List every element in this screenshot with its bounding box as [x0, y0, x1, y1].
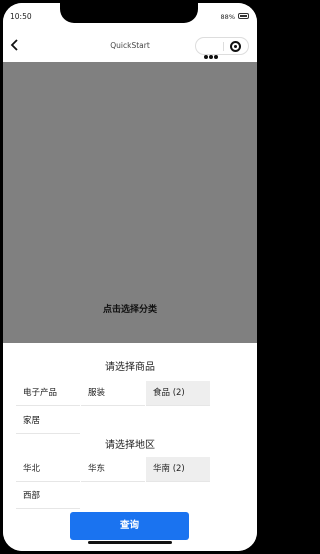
battery-icon — [238, 13, 249, 19]
battery-level: 88% — [220, 13, 235, 21]
region-option[interactable]: 华东 — [81, 457, 145, 482]
query-button[interactable]: 查询 — [70, 512, 189, 540]
goods-option[interactable]: 电子产品 — [16, 381, 80, 406]
goods-option[interactable]: 家居 — [16, 409, 80, 434]
modal-overlay[interactable]: 点击选择分类 — [3, 62, 257, 343]
status-bar: 10:50 88% — [3, 3, 257, 29]
more-icon[interactable] — [204, 44, 220, 59]
screen: 10:50 88% QuickStart 点击选择分类 请选择商品 电子产品 服… — [3, 3, 257, 551]
close-mini-program-icon[interactable] — [230, 41, 241, 52]
nav-bar: QuickStart — [3, 29, 257, 62]
region-option[interactable]: 华北 — [16, 457, 80, 482]
notch — [60, 3, 198, 23]
mini-program-capsule — [195, 37, 249, 59]
goods-section-title: 请选择商品 — [105, 362, 155, 373]
home-indicator — [88, 541, 172, 544]
phone-frame: 10:50 88% QuickStart 点击选择分类 请选择商品 电子产品 服… — [0, 0, 260, 554]
select-category-label[interactable]: 点击选择分类 — [3, 302, 257, 315]
status-time: 10:50 — [10, 12, 32, 21]
goods-option-selected[interactable]: 食品 (2) — [146, 381, 210, 406]
region-section-title: 请选择地区 — [105, 440, 155, 451]
goods-option[interactable]: 服装 — [81, 381, 145, 406]
region-option[interactable]: 西部 — [16, 484, 80, 509]
filter-sheet: 请选择商品 电子产品 服装 食品 (2) 家居 请选择地区 华北 华东 华南 (… — [3, 343, 257, 551]
capsule-divider — [223, 42, 224, 51]
region-option-selected[interactable]: 华南 (2) — [146, 457, 210, 482]
